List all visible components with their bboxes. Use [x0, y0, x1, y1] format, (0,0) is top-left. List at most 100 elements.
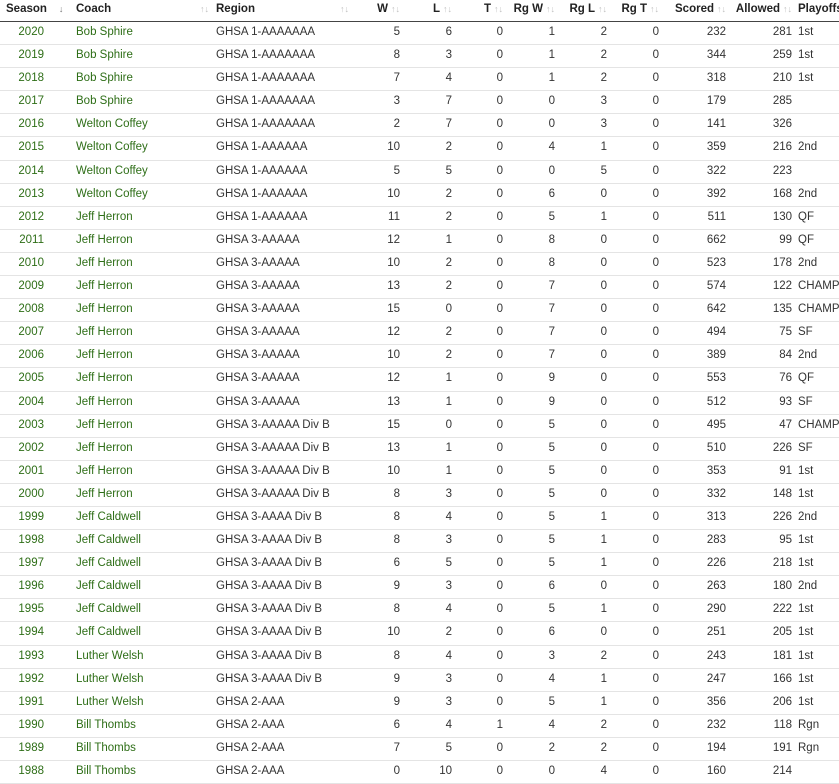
losses-cell: 2: [445, 210, 452, 223]
region-cell: GHSA 3-AAAAA: [216, 256, 300, 269]
coach-link[interactable]: Jeff Caldwell: [76, 599, 211, 621]
playoffs-cell: 1st: [798, 72, 814, 85]
sort-icon: ↑↓: [391, 4, 400, 14]
wins-cell: 5: [393, 26, 400, 38]
season-link[interactable]: 2010: [0, 253, 44, 275]
coach-link[interactable]: Jeff Caldwell: [76, 622, 211, 644]
season-link[interactable]: 2011: [0, 230, 44, 252]
season-link[interactable]: 2009: [0, 276, 44, 298]
losses-cell: 2: [445, 280, 452, 293]
season-link[interactable]: 2019: [0, 45, 44, 67]
column-header-rg-w[interactable]: Rg W ↑↓: [508, 0, 555, 21]
column-header-region[interactable]: Region ↑↓: [216, 0, 356, 21]
points-scored-cell: 353: [706, 464, 726, 477]
table-row: 2014 Welton Coffey GHSA 1-AAAAAA 5 5 0 0…: [0, 161, 839, 184]
season-link[interactable]: 2006: [0, 345, 44, 367]
season-link[interactable]: 1988: [0, 761, 44, 783]
season-link[interactable]: 2008: [0, 299, 44, 321]
region-ties-cell: 0: [652, 280, 659, 293]
season-link[interactable]: 2000: [0, 484, 44, 506]
coach-link[interactable]: Jeff Herron: [76, 415, 211, 437]
season-link[interactable]: 1995: [0, 599, 44, 621]
coach-link[interactable]: Jeff Herron: [76, 461, 211, 483]
coach-link[interactable]: Jeff Herron: [76, 322, 211, 344]
season-link[interactable]: 2020: [0, 22, 44, 44]
losses-cell: 2: [445, 141, 452, 154]
coach-link[interactable]: Bob Sphire: [76, 45, 211, 67]
season-link[interactable]: 1992: [0, 669, 44, 691]
season-link[interactable]: 1994: [0, 622, 44, 644]
coach-link[interactable]: Bob Sphire: [76, 22, 211, 44]
coach-link[interactable]: Jeff Herron: [76, 276, 211, 298]
season-link[interactable]: 2013: [0, 184, 44, 206]
wins-cell: 3: [393, 95, 400, 108]
column-header-playoffs[interactable]: Playoffs: [798, 0, 839, 21]
coach-link[interactable]: Jeff Caldwell: [76, 553, 211, 575]
coach-link[interactable]: Jeff Herron: [76, 207, 211, 229]
season-link[interactable]: 2018: [0, 68, 44, 90]
season-link[interactable]: 2007: [0, 322, 44, 344]
coach-link[interactable]: Bill Thombs: [76, 715, 211, 737]
season-link[interactable]: 2001: [0, 461, 44, 483]
coach-link[interactable]: Jeff Herron: [76, 299, 211, 321]
column-header-rg-l[interactable]: Rg L ↑↓: [562, 0, 607, 21]
season-link[interactable]: 2012: [0, 207, 44, 229]
season-link[interactable]: 1998: [0, 530, 44, 552]
coach-link[interactable]: Luther Welsh: [76, 692, 211, 714]
coach-link[interactable]: Bill Thombs: [76, 761, 211, 783]
coach-link[interactable]: Jeff Caldwell: [76, 576, 211, 598]
season-link[interactable]: 2004: [0, 392, 44, 414]
coach-link[interactable]: Jeff Caldwell: [76, 530, 211, 552]
column-header-l[interactable]: L ↑↓: [412, 0, 452, 21]
points-allowed-cell: 326: [772, 118, 792, 131]
column-header-scored[interactable]: Scored ↑↓: [665, 0, 726, 21]
playoffs-cell: QF: [798, 372, 814, 385]
losses-cell: 2: [445, 187, 452, 200]
coach-link[interactable]: Jeff Herron: [76, 253, 211, 275]
season-link[interactable]: 2015: [0, 137, 44, 159]
season-link[interactable]: 1996: [0, 576, 44, 598]
coach-link[interactable]: Welton Coffey: [76, 184, 211, 206]
season-link[interactable]: 2016: [0, 114, 44, 136]
coach-link[interactable]: Bob Sphire: [76, 68, 211, 90]
coach-link[interactable]: Bill Thombs: [76, 738, 211, 760]
column-header-rg-t[interactable]: Rg T ↑↓: [612, 0, 659, 21]
coach-link[interactable]: Jeff Herron: [76, 438, 211, 460]
coach-link[interactable]: Jeff Caldwell: [76, 507, 211, 529]
season-link[interactable]: 1989: [0, 738, 44, 760]
coach-link[interactable]: Welton Coffey: [76, 161, 211, 183]
season-link[interactable]: 1990: [0, 715, 44, 737]
season-link[interactable]: 2017: [0, 91, 44, 113]
wins-cell: 12: [387, 372, 400, 385]
coach-link[interactable]: Jeff Herron: [76, 392, 211, 414]
season-link[interactable]: 1999: [0, 507, 44, 529]
season-link[interactable]: 2005: [0, 368, 44, 390]
column-header-t[interactable]: T ↑↓: [465, 0, 503, 21]
season-link[interactable]: 1991: [0, 692, 44, 714]
region-losses-cell: 0: [600, 626, 607, 639]
coach-link[interactable]: Jeff Herron: [76, 345, 211, 367]
column-header-season[interactable]: Season ↓: [6, 0, 66, 21]
coach-link[interactable]: Luther Welsh: [76, 669, 211, 691]
season-link[interactable]: 2002: [0, 438, 44, 460]
column-header-allowed[interactable]: Allowed ↑↓: [731, 0, 792, 21]
playoffs-cell: Rgn: [798, 718, 820, 731]
coach-link[interactable]: Bob Sphire: [76, 91, 211, 113]
region-cell: GHSA 3-AAAAA: [216, 303, 300, 316]
coach-link[interactable]: Welton Coffey: [76, 137, 211, 159]
season-link[interactable]: 2014: [0, 161, 44, 183]
coach-link[interactable]: Jeff Herron: [76, 484, 211, 506]
season-link[interactable]: 1993: [0, 646, 44, 668]
coach-link[interactable]: Welton Coffey: [76, 114, 211, 136]
season-link[interactable]: 2003: [0, 415, 44, 437]
coach-link[interactable]: Luther Welsh: [76, 646, 211, 668]
column-header-coach[interactable]: Coach ↑↓: [76, 0, 216, 21]
playoffs-cell: 1st: [798, 534, 814, 547]
coach-link[interactable]: Jeff Herron: [76, 368, 211, 390]
column-header-w[interactable]: W ↑↓: [360, 0, 400, 21]
ties-cell: 0: [496, 303, 503, 316]
sort-icon: ↑↓: [340, 4, 349, 14]
column-header-label: Rg T: [621, 3, 647, 15]
season-link[interactable]: 1997: [0, 553, 44, 575]
coach-link[interactable]: Jeff Herron: [76, 230, 211, 252]
